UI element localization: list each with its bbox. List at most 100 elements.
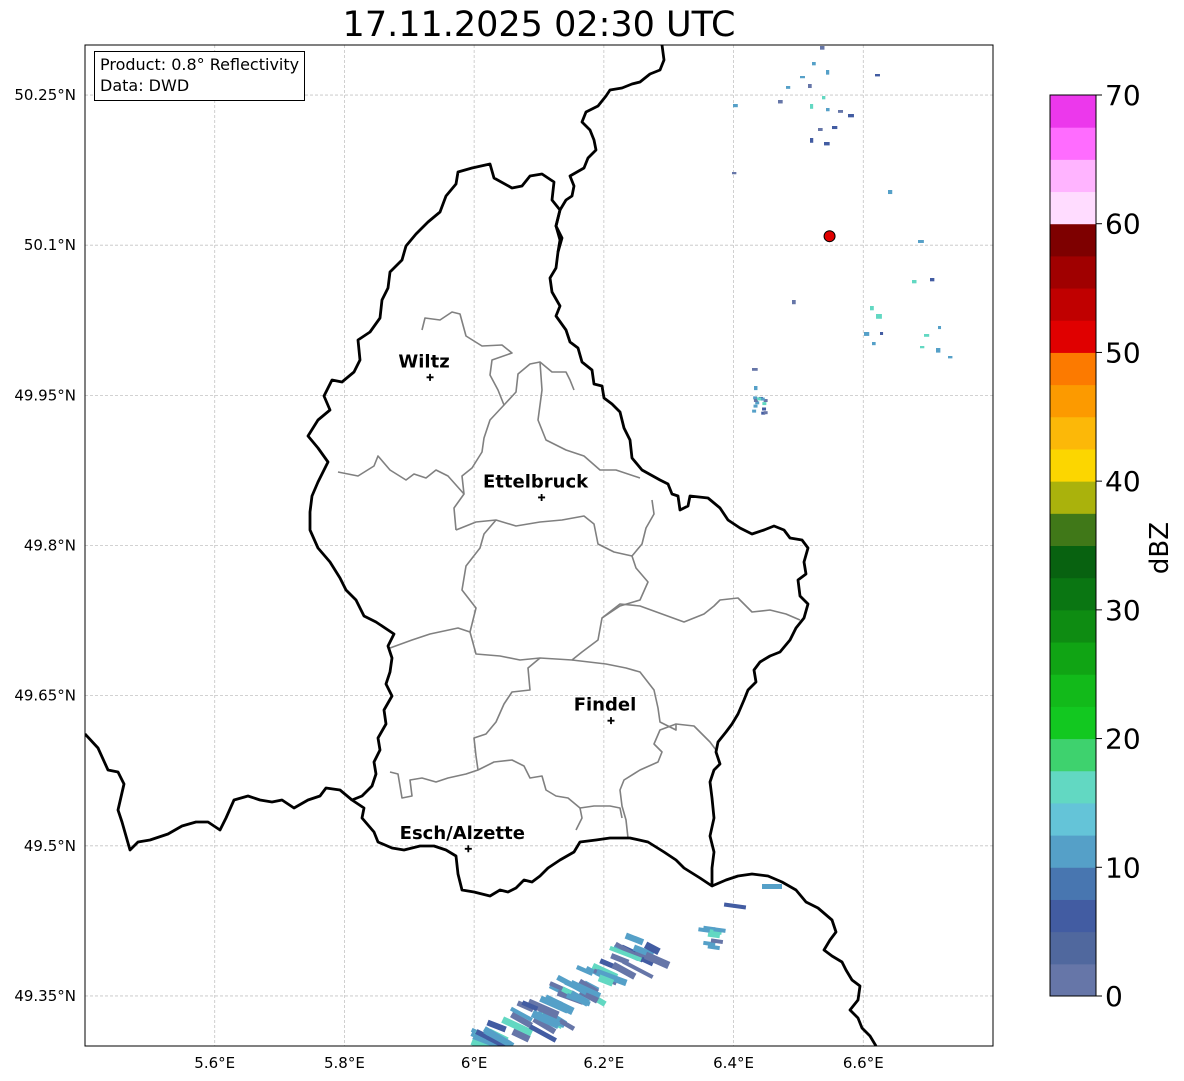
data-source-label: Data: DWD <box>100 76 190 95</box>
colorbar-tick-label: 20 <box>1105 723 1141 756</box>
echo-cell <box>872 342 876 346</box>
colorbar-segment <box>1050 255 1096 289</box>
lat-tick-label: 49.8°N <box>24 537 76 555</box>
colorbar-segment <box>1050 835 1096 868</box>
echo-cell <box>800 76 805 79</box>
lon-tick-label: 6.4°E <box>713 1054 754 1072</box>
echo-cell <box>918 240 924 243</box>
echo-cell <box>753 404 758 408</box>
colorbar-segment <box>1050 609 1096 643</box>
echo-cell <box>812 62 816 66</box>
colorbar-segment <box>1050 577 1096 611</box>
lat-tick-label: 49.5°N <box>24 837 76 855</box>
colorbar-segment <box>1050 513 1096 546</box>
echo-cell <box>930 278 935 282</box>
echo-cell <box>822 96 826 100</box>
colorbar: 0 10 20 30 40 50 60 70 <box>1049 79 1141 1013</box>
colorbar-segment <box>1050 95 1096 128</box>
lon-tick-label: 5.8°E <box>324 1054 365 1072</box>
echo-cell <box>838 110 844 113</box>
lon-tick-label: 6.2°E <box>583 1054 624 1072</box>
colorbar-segment <box>1050 223 1096 257</box>
echo-cell <box>820 46 825 50</box>
map-svg: WiltzEttelbruckFindelEsch/Alzette 5.6°E 5… <box>14 44 1141 1072</box>
echo-cell <box>762 407 767 411</box>
echo-cell <box>752 368 758 371</box>
colorbar-segment <box>1050 416 1096 450</box>
echo-cell <box>754 386 758 391</box>
echo-cell <box>824 142 830 146</box>
lat-tick-label: 49.65°N <box>14 687 76 705</box>
echo-cell <box>920 346 925 349</box>
echo-cell <box>880 332 884 335</box>
colorbar-segment <box>1050 802 1096 836</box>
colorbar-tick-label: 70 <box>1105 79 1141 112</box>
colorbar-segment <box>1050 706 1096 740</box>
lat-tick-label: 49.95°N <box>14 386 76 404</box>
colorbar-segment <box>1050 352 1096 386</box>
city-label: Esch/Alzette <box>400 823 525 844</box>
colorbar-segment <box>1050 931 1096 965</box>
colorbar-segment <box>1050 899 1096 933</box>
echo-cell <box>786 86 791 89</box>
echo-cell <box>760 397 765 401</box>
colorbar-tick-label: 40 <box>1105 465 1141 498</box>
colorbar-segment <box>1050 288 1096 321</box>
echo-cell <box>763 411 768 415</box>
echo-cell <box>752 409 757 413</box>
colorbar-segment <box>1050 867 1096 900</box>
lat-tick-label: 49.35°N <box>14 987 76 1005</box>
echo-cell <box>762 402 767 406</box>
echo-cell <box>912 280 917 284</box>
echo-cell <box>888 190 893 195</box>
echo-cell <box>936 348 941 353</box>
echo-cell <box>924 334 930 337</box>
lat-tick-label: 50.1°N <box>24 236 76 254</box>
colorbar-segment <box>1050 159 1096 193</box>
echo-cell <box>753 396 758 400</box>
lon-tick-label: 6°E <box>461 1054 488 1072</box>
echo-cell <box>876 314 882 319</box>
colorbar-segment <box>1050 545 1096 579</box>
city-label: Findel <box>574 695 637 716</box>
echo-cell <box>832 126 838 130</box>
radar-site-marker <box>823 230 836 243</box>
city-label: Wiltz <box>398 351 449 372</box>
colorbar-label: dBZ <box>1145 521 1175 575</box>
lon-tick-label: 5.6°E <box>194 1054 235 1072</box>
colorbar-segment <box>1050 770 1096 804</box>
city-label: Ettelbruck <box>483 471 589 492</box>
colorbar-segment <box>1050 481 1096 514</box>
colorbar-segment <box>1050 384 1096 418</box>
longitude-ticks: 5.6°E 5.8°E 6°E 6.2°E 6.4°E 6.6°E <box>194 1054 883 1072</box>
echo-cell <box>818 128 823 131</box>
echo-cell <box>810 104 814 109</box>
colorbar-tick-label: 50 <box>1105 336 1141 369</box>
colorbar-segment <box>1050 642 1096 675</box>
echo-cell <box>948 356 953 359</box>
product-label: Product: 0.8° Reflectivity <box>100 55 300 74</box>
colorbar-tick-label: 0 <box>1105 980 1123 1013</box>
colorbar-tick-label: 30 <box>1105 594 1141 627</box>
echo-cell <box>808 84 812 89</box>
echo-cell <box>762 884 782 889</box>
echo-cell <box>864 332 870 336</box>
colorbar-segment <box>1050 320 1096 353</box>
latitude-ticks: 50.25°N 50.1°N 49.95°N 49.8°N 49.65°N 49.5°N 4… <box>14 86 76 1005</box>
echo-cell <box>732 172 737 175</box>
echo-cell <box>938 326 942 330</box>
colorbar-tick-label: 60 <box>1105 208 1141 241</box>
radar-map-figure: 17.11.2025 02:30 UTC Wiltz Ettelbruck Fi… <box>0 0 1184 1081</box>
colorbar-segment <box>1050 738 1096 772</box>
echo-cell <box>810 138 814 143</box>
lon-tick-label: 6.6°E <box>843 1054 884 1072</box>
echo-cell <box>757 397 762 401</box>
echo-cell <box>875 74 880 77</box>
info-box: Product: 0.8° Reflectivity Data: DWD <box>94 51 306 101</box>
colorbar-segment <box>1050 448 1096 482</box>
colorbar-tick-label: 10 <box>1105 851 1141 884</box>
echo-cell <box>848 114 854 118</box>
echo-cell <box>826 108 830 112</box>
colorbar-segment <box>1050 127 1096 160</box>
lat-tick-label: 50.25°N <box>14 86 76 104</box>
